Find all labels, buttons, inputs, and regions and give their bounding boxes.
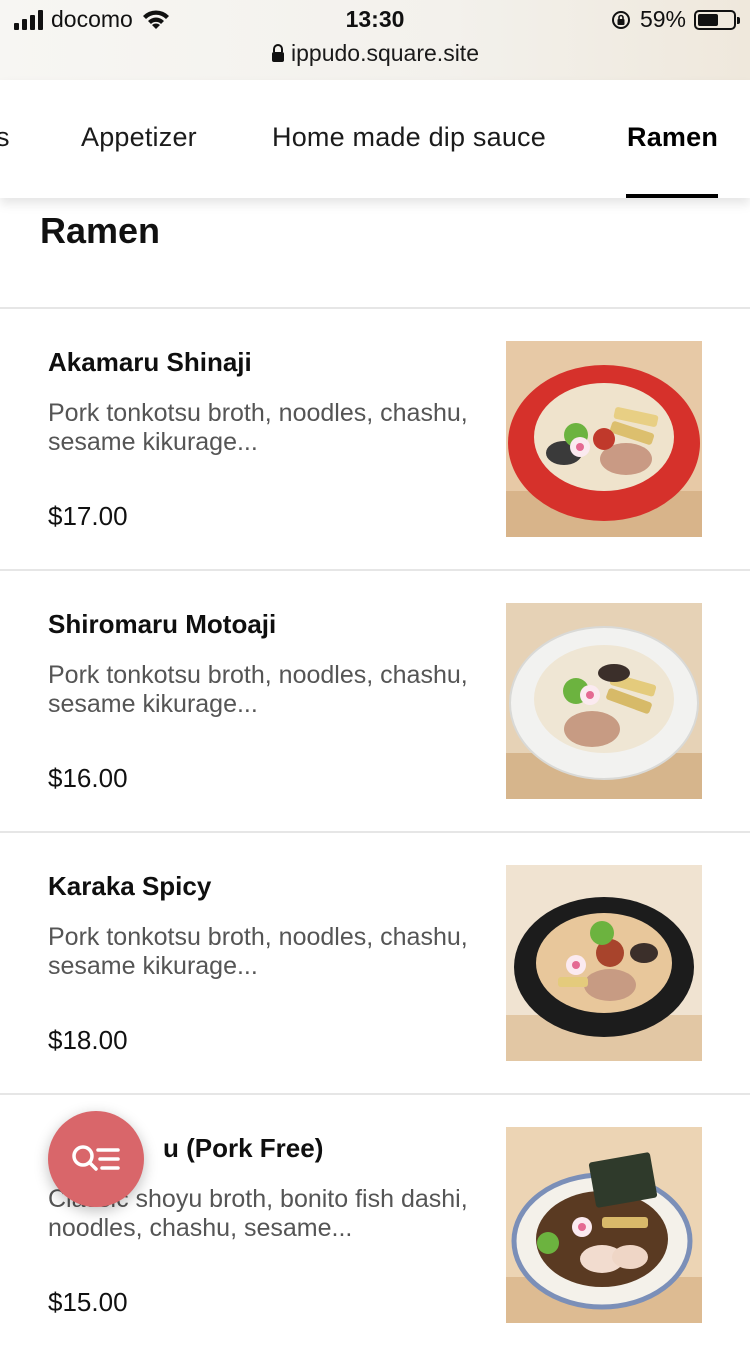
menu-item-karaka-spicy[interactable]: Karaka Spicy Pork tonkotsu broth, noodle… bbox=[0, 833, 750, 1095]
item-photo[interactable] bbox=[506, 1127, 702, 1323]
tab-home-made-dip-sauce[interactable]: Home made dip sauce bbox=[272, 122, 546, 153]
item-name: u (Pork Free) bbox=[163, 1133, 324, 1163]
search-filter-icon bbox=[72, 1145, 120, 1171]
item-photo[interactable] bbox=[506, 603, 702, 799]
item-description: Pork tonkotsu broth, noodles, chashu, se… bbox=[48, 923, 468, 980]
item-photo[interactable] bbox=[506, 341, 702, 537]
search-filter-button[interactable] bbox=[48, 1111, 144, 1207]
orientation-lock-icon bbox=[611, 10, 630, 29]
item-price: $16.00 bbox=[48, 763, 128, 793]
item-name: Akamaru Shinaji bbox=[48, 347, 252, 377]
status-bar: docomo 13:30 ippudo.square.site 59% bbox=[0, 0, 750, 81]
item-price: $17.00 bbox=[48, 501, 128, 531]
item-price: $15.00 bbox=[48, 1287, 128, 1317]
battery-percent: 59% bbox=[639, 6, 686, 32]
menu-item-akamaru-shinaji[interactable]: Akamaru Shinaji Pork tonkotsu broth, noo… bbox=[0, 309, 750, 571]
tab-ramen[interactable]: Ramen bbox=[627, 122, 718, 153]
category-tabs: s Appetizer Home made dip sauce Ramen bbox=[0, 80, 750, 198]
tab-previous-category[interactable]: s bbox=[0, 122, 10, 153]
section-title: Ramen bbox=[40, 210, 161, 251]
address-bar[interactable]: ippudo.square.site bbox=[0, 40, 750, 67]
item-description: Pork tonkotsu broth, noodles, chashu, se… bbox=[48, 661, 468, 718]
active-tab-indicator bbox=[626, 194, 718, 198]
item-description: Pork tonkotsu broth, noodles, chashu, se… bbox=[48, 399, 468, 456]
url-text: ippudo.square.site bbox=[291, 40, 479, 66]
tab-appetizer[interactable]: Appetizer bbox=[81, 122, 197, 153]
status-right: 59% bbox=[610, 6, 740, 33]
item-name: Shiromaru Motoaji bbox=[48, 609, 277, 639]
menu-item-shiromaru-motoaji[interactable]: Shiromaru Motoaji Pork tonkotsu broth, n… bbox=[0, 571, 750, 833]
battery-icon bbox=[694, 9, 740, 30]
lock-icon bbox=[272, 44, 285, 62]
item-photo[interactable] bbox=[506, 865, 702, 1061]
item-name: Karaka Spicy bbox=[48, 871, 212, 901]
item-price: $18.00 bbox=[48, 1025, 128, 1055]
